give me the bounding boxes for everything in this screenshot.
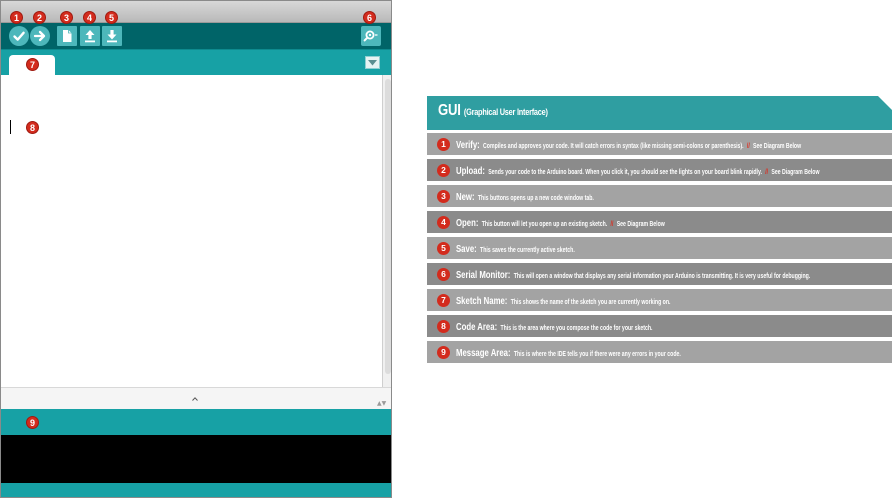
save-download-icon bbox=[107, 30, 117, 43]
toolbar bbox=[1, 23, 391, 49]
legend-row-text: Serial Monitor: This will open a window … bbox=[456, 265, 810, 283]
legend-see-note: See Diagram Below bbox=[616, 221, 665, 228]
upload-button[interactable] bbox=[30, 26, 50, 46]
legend-subtitle: (Graphical User Interface) bbox=[463, 107, 548, 117]
scrollbar-thumb[interactable] bbox=[385, 79, 391, 374]
legend-term: New: bbox=[456, 191, 475, 203]
legend-term: Save: bbox=[456, 243, 477, 255]
legend-description: This shows the name of the sketch you ar… bbox=[510, 299, 671, 306]
console-output bbox=[1, 435, 391, 483]
new-button[interactable] bbox=[57, 26, 77, 46]
magnifier-icon bbox=[363, 30, 378, 42]
legend-row-save: 5 Save: This saves the currently active … bbox=[427, 237, 892, 259]
legend-term: Code Area: bbox=[456, 321, 498, 333]
callout-marker-code-area: 8 bbox=[26, 121, 39, 134]
divider-grip-icon bbox=[192, 397, 198, 401]
legend-row-text: Save: This saves the currently active sk… bbox=[456, 239, 575, 257]
legend-description: Sends your code to the Arduino board. Wh… bbox=[488, 169, 762, 176]
legend-description: This saves the currently active sketch. bbox=[480, 247, 575, 254]
vertical-scrollbar[interactable] bbox=[382, 75, 391, 387]
legend-description: This buttons opens up a new code window … bbox=[477, 195, 594, 202]
legend-description: This is the area where you compose the c… bbox=[500, 325, 653, 332]
callout-marker-upload: 2 bbox=[33, 11, 46, 24]
callout-marker-sketch-name: 7 bbox=[26, 58, 39, 71]
open-button[interactable] bbox=[80, 26, 100, 46]
legend-row-text: Upload: Sends your code to the Arduino b… bbox=[456, 161, 819, 179]
callout-marker-save: 5 bbox=[105, 11, 118, 24]
legend-row-verify: 1 Verify: Compiles and approves your cod… bbox=[427, 133, 892, 155]
legend-row-new: 3 New: This buttons opens up a new code … bbox=[427, 185, 892, 207]
pane-divider[interactable]: ▲▼ bbox=[1, 387, 391, 409]
legend-separator: // bbox=[746, 143, 750, 150]
legend-description: This is where the IDE tells you if there… bbox=[513, 351, 681, 358]
legend-header: GUI (Graphical User Interface) bbox=[427, 96, 892, 130]
save-button[interactable] bbox=[102, 26, 122, 46]
legend-row-code-area: 8 Code Area: This is the area where you … bbox=[427, 315, 892, 337]
tab-menu-button[interactable] bbox=[365, 56, 380, 69]
legend-row-text: Open: This button will let you open up a… bbox=[456, 213, 665, 231]
code-area[interactable] bbox=[1, 75, 382, 387]
legend-number-badge: 3 bbox=[437, 189, 450, 203]
serial-monitor-button[interactable] bbox=[361, 26, 381, 46]
callout-marker-serial-monitor: 6 bbox=[363, 11, 376, 24]
legend-term: Sketch Name: bbox=[456, 295, 508, 307]
legend-see-note: See Diagram Below bbox=[753, 143, 802, 150]
legend-number-badge: 1 bbox=[437, 137, 450, 151]
chevron-down-icon bbox=[368, 60, 377, 66]
status-bar bbox=[1, 483, 391, 497]
legend-separator: // bbox=[610, 221, 614, 228]
legend-row-text: Sketch Name: This shows the name of the … bbox=[456, 291, 670, 309]
header-corner-cut bbox=[878, 96, 892, 110]
legend-term: Open: bbox=[456, 217, 479, 229]
legend-row-serial-monitor: 6 Serial Monitor: This will open a windo… bbox=[427, 263, 892, 285]
legend-separator: // bbox=[765, 169, 769, 176]
legend-term: Verify: bbox=[456, 139, 480, 151]
legend-row-message-area: 9 Message Area: This is where the IDE te… bbox=[427, 341, 892, 363]
legend-term: Upload: bbox=[456, 165, 485, 177]
legend-term: Message Area: bbox=[456, 347, 511, 359]
verify-button[interactable] bbox=[9, 26, 29, 46]
text-cursor bbox=[10, 120, 11, 134]
legend-number-badge: 2 bbox=[437, 163, 450, 177]
arrow-right-icon bbox=[33, 30, 46, 42]
legend-row-sketch-name: 7 Sketch Name: This shows the name of th… bbox=[427, 289, 892, 311]
legend-number-badge: 5 bbox=[437, 241, 450, 255]
legend-number-badge: 9 bbox=[437, 345, 450, 359]
new-file-icon bbox=[63, 30, 72, 42]
legend-term: Serial Monitor: bbox=[456, 269, 511, 281]
legend-number-badge: 8 bbox=[437, 319, 450, 333]
legend-number-badge: 4 bbox=[437, 215, 450, 229]
open-upload-icon bbox=[85, 30, 95, 43]
gui-legend-panel: GUI (Graphical User Interface) 1 Verify: … bbox=[427, 96, 892, 372]
legend-description: This button will let you open up an exis… bbox=[481, 221, 608, 228]
tab-bar bbox=[1, 49, 391, 76]
legend-row-text: Message Area: This is where the IDE tell… bbox=[456, 343, 681, 361]
legend-title-main: GUI bbox=[438, 102, 461, 119]
legend-see-note: See Diagram Below bbox=[771, 169, 820, 176]
message-area bbox=[1, 409, 391, 435]
legend-row-text: Verify: Compiles and approves your code.… bbox=[456, 135, 801, 153]
legend-title: GUI (Graphical User Interface) bbox=[438, 102, 548, 120]
arduino-ide-window: ▲▼ 1 2 3 4 5 6 7 8 9 bbox=[0, 0, 392, 498]
legend-row-text: Code Area: This is the area where you co… bbox=[456, 317, 652, 335]
legend-description: This will open a window that displays an… bbox=[513, 273, 811, 280]
legend-description: Compiles and approves your code. It will… bbox=[483, 143, 744, 150]
legend-row-upload: 2 Upload: Sends your code to the Arduino… bbox=[427, 159, 892, 181]
legend-row-text: New: This buttons opens up a new code wi… bbox=[456, 187, 594, 205]
legend-number-badge: 7 bbox=[437, 293, 450, 307]
legend-number-badge: 6 bbox=[437, 267, 450, 281]
callout-marker-open: 4 bbox=[83, 11, 96, 24]
split-arrows-icon: ▲▼ bbox=[377, 400, 387, 407]
checkmark-icon bbox=[13, 31, 25, 41]
callout-marker-message-area: 9 bbox=[26, 416, 39, 429]
callout-marker-new: 3 bbox=[60, 11, 73, 24]
legend-row-open: 4 Open: This button will let you open up… bbox=[427, 211, 892, 233]
callout-marker-verify: 1 bbox=[10, 11, 23, 24]
